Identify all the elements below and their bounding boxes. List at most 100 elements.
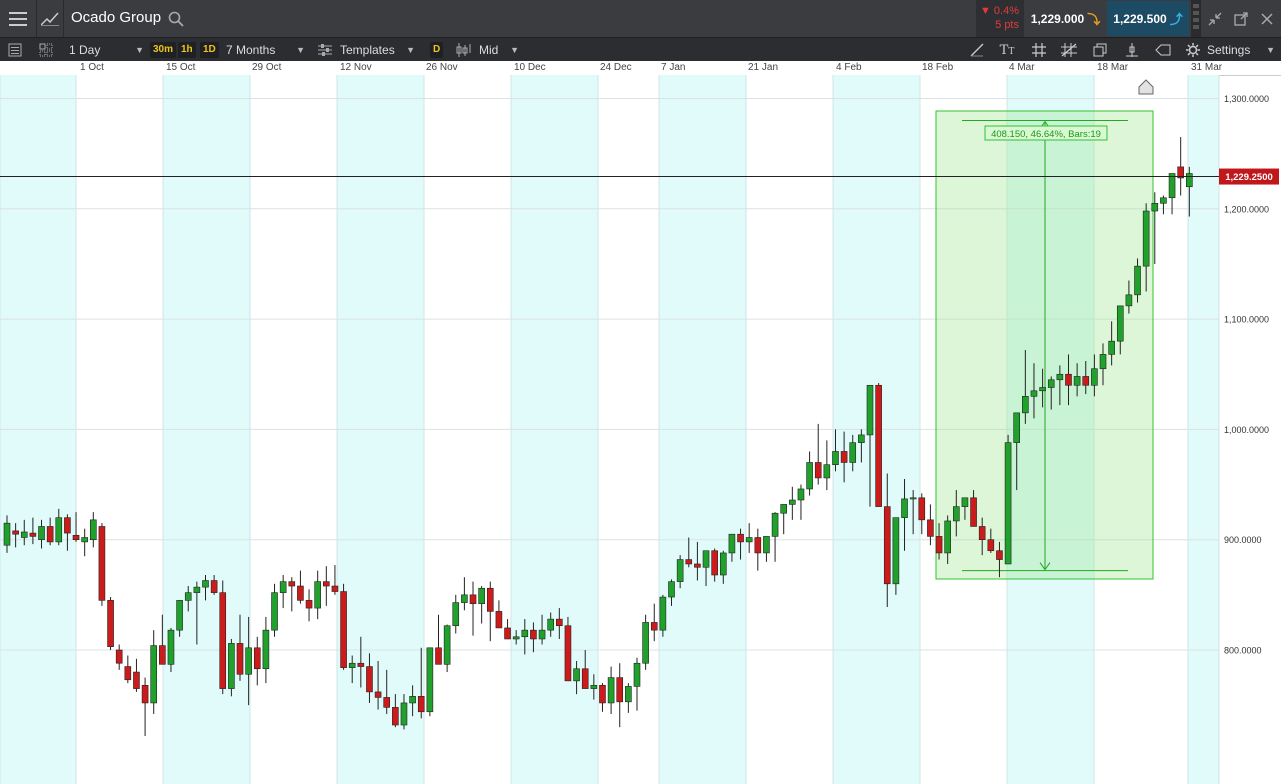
interval-dropdown[interactable]: 1 Day ▼ [69,38,147,62]
candle-body [331,585,339,592]
candle-body [719,552,727,576]
candle-body [141,684,149,704]
draw-tool-button[interactable] [966,40,988,60]
list-view-button[interactable] [5,40,25,60]
quick-1h-button[interactable]: 1h [178,38,196,62]
candle-body [935,536,943,554]
candle-body [987,539,995,552]
hamburger-icon [9,11,27,26]
popout-button[interactable] [1230,0,1252,37]
scroll-handle[interactable] [1191,0,1201,37]
candle-body [1073,376,1081,386]
label-tool-button[interactable] [1152,40,1174,60]
minimize-button[interactable] [1204,0,1226,37]
quick-1d-button[interactable]: 1D [200,38,219,62]
candle-body [1091,368,1098,386]
duplicate-button[interactable] [1089,40,1111,60]
templates-dropdown[interactable]: Templates ▼ [318,38,418,62]
collapse-icon [1208,12,1222,25]
chart-type-button[interactable] [37,0,63,37]
date-label: 26 Nov [426,62,458,73]
candle-body [978,526,986,540]
candle-body [763,536,770,554]
candlestick-chart[interactable]: 408.150, 46.64%, Bars:19 1,229.2500 800.… [0,75,1281,784]
candle-body [452,602,460,627]
buy-button[interactable]: 1,229.500 ⤴ [1107,1,1189,36]
candle-body [901,498,908,518]
instrument-name[interactable]: Ocado Group [71,9,161,26]
candle-body [1151,202,1159,212]
menu-button[interactable] [0,0,36,37]
candle-body [996,550,1003,560]
date-label: 12 Nov [340,62,372,73]
list-icon [8,43,22,57]
y-tick-label: 1,100.0000 [1224,315,1269,325]
candle-body [1065,373,1072,386]
close-button[interactable] [1256,0,1278,37]
settings-label: Settings [1207,43,1251,57]
chevron-down-icon: ▼ [296,45,305,55]
candle-body [1142,210,1150,267]
text-tool-button[interactable]: TT [996,40,1018,60]
indicator-button[interactable] [1121,40,1143,60]
sell-button[interactable]: 1,229.000 ⤵ [1025,1,1106,36]
candle-body [771,512,779,537]
candle-body [745,537,753,543]
grid-button[interactable] [1028,40,1050,60]
candle-body [20,531,28,538]
d-badge-label: D [430,42,444,58]
tag-icon [1155,44,1171,56]
candles-icon [456,43,471,57]
price-type-dropdown[interactable]: Mid ▼ [456,38,522,62]
fibonacci-button[interactable] [1058,40,1080,60]
candle-body [305,600,313,609]
top-bar: Ocado Group ▼ 0.4% 5 pts 1,229.000 ⤵ 1,2… [0,0,1281,37]
candle-body [737,533,744,543]
line-chart-icon [41,12,59,26]
candle [340,583,347,670]
candle-body [521,629,529,638]
quick-30m-button[interactable]: 30m [150,38,177,62]
change-box: ▼ 0.4% 5 pts [976,0,1024,37]
candle-body [184,592,192,601]
sell-arrow-icon: ⤵ [1087,12,1101,27]
candle-body [1099,354,1107,370]
candle-body [909,497,917,500]
candle-body [12,530,19,535]
candle-body [383,697,391,708]
candle-body [314,581,321,609]
candle-body [245,647,252,675]
candle-body [357,662,365,667]
candle-body [72,534,80,541]
candle-body [616,677,624,703]
settings-dropdown[interactable]: Settings ▼ [1186,38,1278,62]
handle-grip [1193,25,1199,29]
candle-body [927,519,934,537]
candle-body [374,691,382,698]
candle-body [970,497,977,527]
candle-body [599,684,606,704]
candle-body [262,629,270,670]
interval-value: 1 Day [69,43,101,57]
buy-arrow-icon: ⤴ [1169,12,1183,27]
candle-body [1039,387,1046,392]
candle-body [952,506,960,522]
candle-body [668,581,675,598]
candle-body [504,627,511,640]
candle-body [323,581,330,587]
layout-button[interactable] [36,40,56,60]
y-tick-label: 1,200.0000 [1224,204,1269,214]
candle-body [1013,412,1021,443]
d-badge-button[interactable]: D [430,38,444,62]
chevron-down-icon: ▼ [1266,45,1275,55]
chevron-down-icon: ▼ [135,45,144,55]
search-button[interactable] [166,9,186,29]
candle-body [271,592,278,631]
candle-body [495,611,503,629]
close-icon [1261,12,1273,25]
candle-body [210,580,218,593]
chevron-down-icon: ▼ [510,45,519,55]
range-dropdown[interactable]: 7 Months ▼ [226,38,308,62]
candle-body [875,384,882,507]
candle-body [1134,265,1141,296]
